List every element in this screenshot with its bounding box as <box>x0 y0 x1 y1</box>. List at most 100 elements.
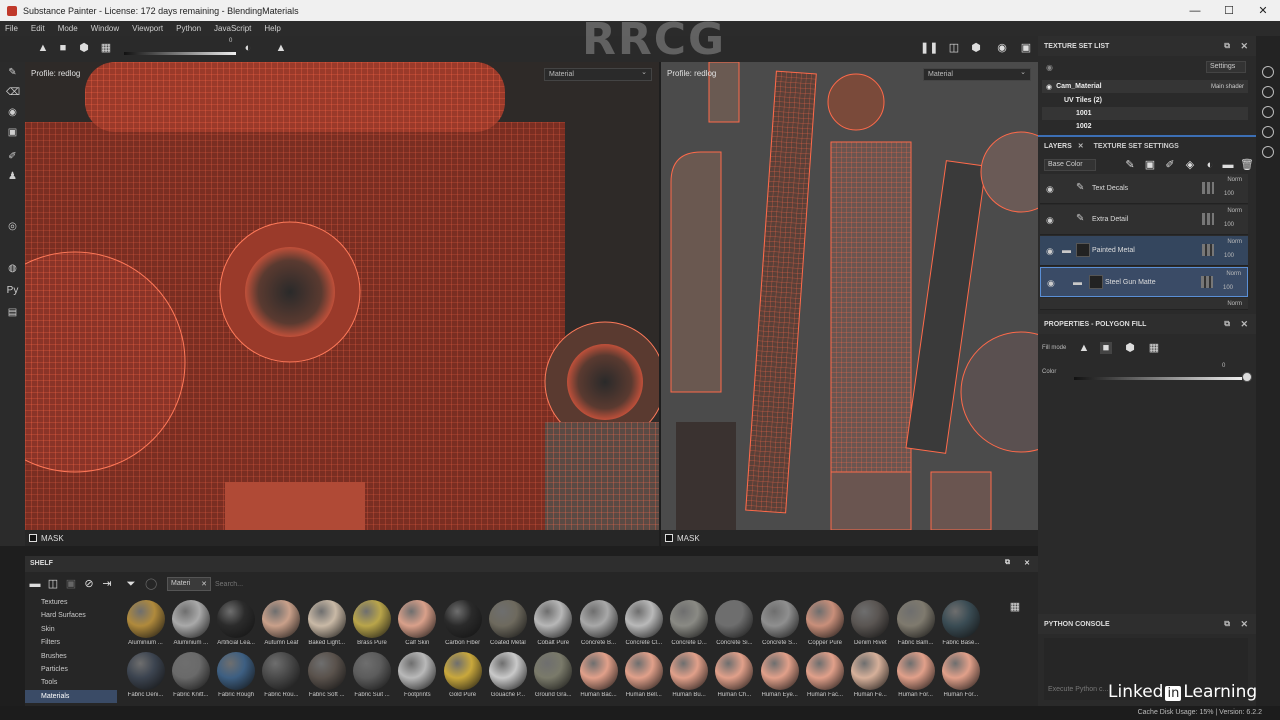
uv-tiles-group[interactable]: UV Tiles (2) <box>1042 94 1248 107</box>
texture-set-row[interactable]: ◉ Cam_Material Main shader <box>1042 80 1248 93</box>
material-tile[interactable]: Human Bu... <box>667 652 712 704</box>
folder-icon[interactable]: ▬ <box>29 578 41 590</box>
mask-checkbox[interactable] <box>29 534 37 542</box>
hide-icon[interactable]: ⊘ <box>83 578 95 590</box>
add-effect-icon[interactable]: ✎ <box>1124 159 1136 171</box>
polygon-fill-icon[interactable]: ■ <box>1100 342 1112 354</box>
minimize-icon[interactable]: — <box>1178 0 1212 21</box>
tab-texture-set-settings[interactable]: TEXTURE SET SETTINGS <box>1094 143 1179 150</box>
uv-tile-row[interactable]: 1001 <box>1042 107 1248 120</box>
opacity-value[interactable]: 100 <box>1224 191 1234 197</box>
polygon-fill-tool-icon[interactable]: ▣ <box>6 126 19 139</box>
material-tile[interactable]: Human Ch... <box>712 652 757 704</box>
mask-checkbox-2d[interactable] <box>665 534 673 542</box>
material-tile[interactable]: Concrete B... <box>576 600 621 652</box>
blend-mode[interactable]: Norm <box>1227 208 1242 214</box>
material-tile[interactable]: Human Eye... <box>757 652 802 704</box>
close-panel-icon[interactable]: ✕ <box>1240 319 1248 330</box>
material-tile[interactable]: Aluminium ... <box>168 600 213 652</box>
viewport-2d-channel-select[interactable]: Material <box>923 68 1031 81</box>
blend-mode[interactable]: Norm <box>1226 271 1241 277</box>
clone-icon[interactable]: ♟ <box>6 170 19 183</box>
category-filters[interactable]: Filters <box>25 636 117 649</box>
remove-filter-icon[interactable]: ✕ <box>201 580 207 588</box>
menu-python[interactable]: Python <box>176 24 201 33</box>
material-tile[interactable]: Fabric Knitt... <box>168 652 213 704</box>
material-tile[interactable]: Human Fac... <box>803 652 848 704</box>
material-tile[interactable]: Cobalt Pure <box>531 600 576 652</box>
close-panel-icon[interactable]: ✕ <box>1240 619 1248 630</box>
toolbar-color-slider[interactable] <box>124 52 236 55</box>
category-particles[interactable]: Particles <box>25 663 117 676</box>
import-icon[interactable]: ⇥ <box>101 578 113 590</box>
visibility-toggle-icon[interactable]: ◉ <box>1046 63 1053 72</box>
viewport-3d-channel-select[interactable]: Material <box>544 68 652 81</box>
material-tile[interactable]: Ground Gra... <box>531 652 576 704</box>
maximize-icon[interactable]: ☐ <box>1212 0 1246 21</box>
material-tile[interactable]: Footprints <box>395 652 440 704</box>
layer-row[interactable]: ◉ ✎ Extra Detail Norm 100 <box>1040 205 1248 235</box>
eye-icon[interactable]: ◉ <box>1046 184 1054 195</box>
category-tools[interactable]: Tools <box>25 676 117 689</box>
color-slider[interactable] <box>1074 377 1242 380</box>
material-tile[interactable]: Concrete S... <box>757 600 802 652</box>
eye-icon[interactable]: ◉ <box>1046 215 1054 226</box>
save-icon[interactable]: ▣ <box>65 578 77 590</box>
material-tile[interactable]: Fabric Soft ... <box>304 652 349 704</box>
menu-help[interactable]: Help <box>264 24 280 33</box>
screenshot-icon[interactable]: ▣ <box>1020 42 1032 54</box>
render-icon[interactable]: ◉ <box>996 42 1008 54</box>
category-brushes[interactable]: Brushes <box>25 650 117 663</box>
blend-mode[interactable]: Norm <box>1227 301 1242 307</box>
float-panel-icon[interactable]: ⧉ <box>1224 41 1230 51</box>
material-tile[interactable]: Copper Pure <box>803 600 848 652</box>
material-tile[interactable]: Concrete Cl... <box>621 600 666 652</box>
layer-row[interactable]: ◉ ▬ Painted Metal Norm 100 <box>1040 236 1248 266</box>
menu-file[interactable]: File <box>5 24 18 33</box>
material-tile[interactable]: Coated Metal <box>485 600 530 652</box>
log-icon[interactable] <box>1262 146 1274 158</box>
triangle-fill-icon[interactable]: ▲ <box>1078 342 1090 354</box>
history-icon[interactable] <box>1262 126 1274 138</box>
layer-row[interactable]: ◉ ▬ Steel Gun Matte Norm 100 <box>1040 267 1248 297</box>
triangle-fill-icon[interactable]: ▲ <box>37 42 49 54</box>
material-tile[interactable]: Calf Skin <box>395 600 440 652</box>
paint-brush-icon[interactable]: ✎ <box>6 66 19 79</box>
float-panel-icon[interactable]: ⧉ <box>1005 559 1010 567</box>
material-tile[interactable]: Human Bac... <box>576 652 621 704</box>
shelf-search-input[interactable] <box>215 577 415 591</box>
layer-row[interactable]: Norm <box>1040 298 1248 310</box>
blend-mode[interactable]: Norm <box>1227 177 1242 183</box>
material-tile[interactable]: Fabric Deni... <box>123 652 168 704</box>
material-tile[interactable]: Human For... <box>938 652 983 704</box>
float-panel-icon[interactable]: ⧉ <box>1224 319 1230 329</box>
opacity-value[interactable]: 100 <box>1224 222 1234 228</box>
material-tile[interactable]: Brass Pure <box>350 600 395 652</box>
menu-viewport[interactable]: Viewport <box>132 24 163 33</box>
filter-tag[interactable]: Materi ✕ <box>167 577 211 591</box>
viewport-3d[interactable]: Profile: redlog Material MASK <box>25 62 659 546</box>
view-mode-icon[interactable]: ◫ <box>948 42 960 54</box>
settings-dropdown[interactable]: Settings <box>1206 61 1246 73</box>
material-tile[interactable]: Concrete D... <box>667 600 712 652</box>
delete-layer-icon[interactable]: 🗑 <box>1240 159 1254 171</box>
add-paint-layer-icon[interactable]: ✐ <box>1164 159 1176 171</box>
menu-mode[interactable]: Mode <box>58 24 78 33</box>
python-console-input[interactable]: Execute Python c... <box>1048 686 1108 693</box>
eye-icon[interactable]: ◉ <box>1046 246 1054 257</box>
float-panel-icon[interactable]: ⧉ <box>1224 619 1230 629</box>
material-tile[interactable]: Gouache P... <box>485 652 530 704</box>
mesh-fill-icon[interactable]: ⬢ <box>1124 342 1136 354</box>
add-mask-icon[interactable]: ▣ <box>1144 159 1156 171</box>
new-item-icon[interactable]: ◫ <box>47 578 59 590</box>
material-tile[interactable]: Fabric Rou... <box>259 652 304 704</box>
close-tab-icon[interactable]: ✕ <box>1078 142 1084 150</box>
viewport-2d[interactable]: Profile: redlog Material MASK <box>661 62 1038 546</box>
menu-edit[interactable]: Edit <box>31 24 45 33</box>
add-fill-layer-icon[interactable]: ◈ <box>1184 159 1196 171</box>
material-tile[interactable]: Baked Light... <box>304 600 349 652</box>
tab-layers[interactable]: LAYERS <box>1044 143 1072 150</box>
display-settings-icon[interactable] <box>1262 66 1274 78</box>
layer-row[interactable]: ◉ ✎ Text Decals Norm 100 <box>1040 174 1248 204</box>
material-tile[interactable]: Denim Rivet <box>848 600 893 652</box>
